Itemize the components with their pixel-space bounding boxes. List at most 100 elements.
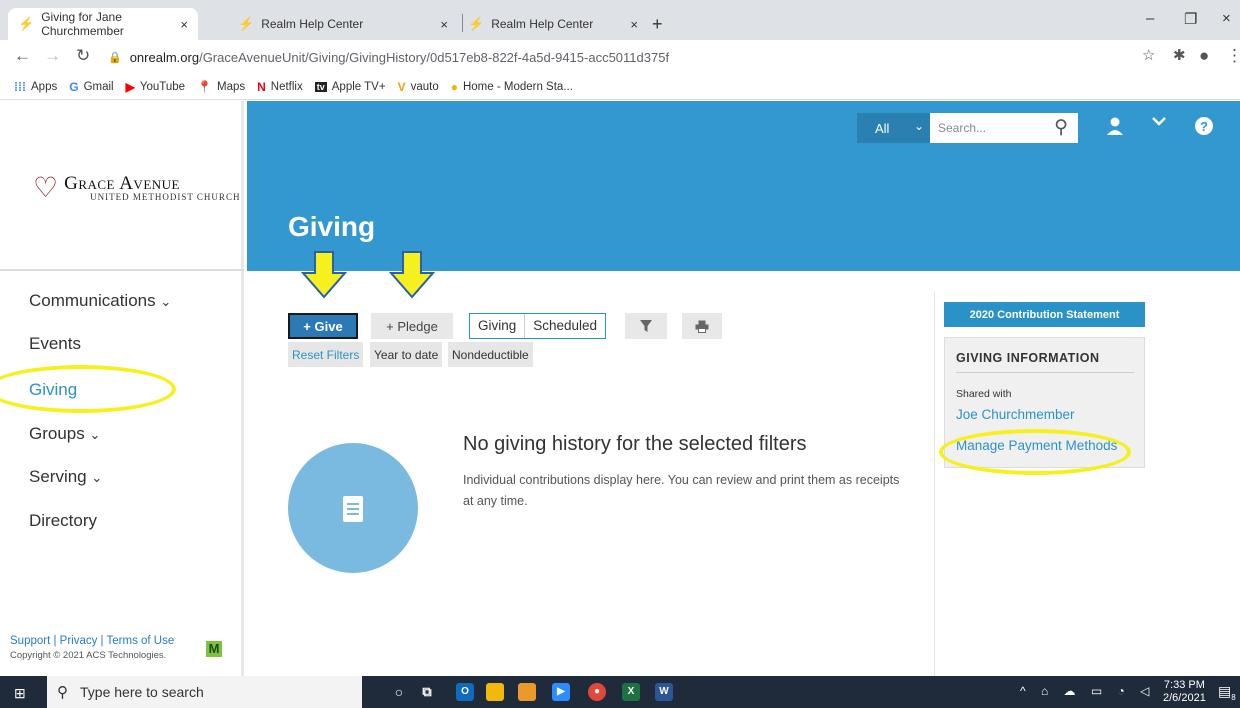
- profile-icon[interactable]: ●: [1199, 46, 1209, 66]
- logo-subtitle: UNITED METHODIST CHURCH: [90, 192, 241, 202]
- bookmark-vauto[interactable]: Vvauto: [398, 80, 439, 94]
- cross-heart-icon: ♡: [33, 172, 59, 203]
- bookmark-maps[interactable]: 📍 Maps: [197, 80, 245, 94]
- browser-tab-help-1[interactable]: ⚡ Realm Help Center ×: [228, 8, 458, 40]
- back-arrow-icon[interactable]: ←: [14, 46, 31, 66]
- realm-favicon-icon: ⚡: [18, 16, 35, 31]
- yellow-arrow-icon: [389, 251, 435, 299]
- bookmark-netflix[interactable]: N Netflix: [257, 80, 303, 94]
- excel-icon[interactable]: X: [622, 683, 640, 701]
- notification-center-icon[interactable]: ▤8: [1218, 683, 1236, 702]
- filter-chip-nondeductible[interactable]: Nondeductible: [448, 342, 533, 367]
- highlight-ellipse: [0, 365, 176, 413]
- store-icon[interactable]: [518, 683, 536, 701]
- bookmark-home[interactable]: ● Home - Modern Sta...: [451, 80, 573, 94]
- bookmark-youtube[interactable]: ▶ YouTube: [126, 80, 185, 94]
- tab-giving[interactable]: Giving: [470, 314, 526, 338]
- page-title: Giving: [288, 211, 376, 242]
- church-logo[interactable]: ♡ Grace Avenue UNITED METHODIST CHURCH: [33, 171, 240, 204]
- footer-links[interactable]: Support | Privacy | Terms of Use: [10, 635, 174, 647]
- lock-icon: 🔒: [108, 51, 122, 64]
- minimize-icon[interactable]: –: [1146, 10, 1154, 27]
- empty-state-illustration: [288, 443, 418, 573]
- bookmarks-bar: ⁞⁞⁞ Apps G Gmail ▶ YouTube 📍 Maps N Netflix t…: [0, 74, 1240, 100]
- pledge-button[interactable]: + Pledge: [371, 313, 453, 339]
- vauto-icon: V: [397, 79, 406, 94]
- system-tray-icons[interactable]: ^ ⌂ ☁ ▭ ◔ ◁: [1020, 684, 1155, 698]
- url-path: /GraceAvenueUnit/Giving/GivingHistory/0d…: [199, 49, 670, 65]
- windows-start-icon[interactable]: ⊞: [14, 685, 26, 702]
- give-button[interactable]: + Give: [288, 313, 358, 339]
- clock-date: 2/6/2021: [1163, 692, 1206, 704]
- tab-scheduled[interactable]: Scheduled: [525, 314, 605, 338]
- cortana-icon[interactable]: ○: [390, 683, 408, 701]
- taskbar-clock[interactable]: 7:33 PM 2/6/2021: [1163, 679, 1206, 705]
- sidebar-item-events[interactable]: Events: [29, 334, 81, 354]
- bookmark-apps[interactable]: ⁞⁞⁞ Apps: [14, 80, 57, 94]
- chrome-icon[interactable]: ●: [588, 683, 606, 701]
- search-icon: ⚲: [57, 684, 68, 701]
- shared-with-link[interactable]: Joe Churchmember: [956, 407, 1075, 422]
- clock-time: 7:33 PM: [1163, 679, 1205, 691]
- help-icon[interactable]: ?: [1194, 116, 1214, 136]
- url-bar[interactable]: 🔒 onrealm.org /GraceAvenueUnit/Giving/Gi…: [108, 44, 968, 70]
- window-close-icon[interactable]: ×: [1222, 10, 1231, 27]
- tab-title: Giving for Jane Churchmember: [41, 10, 124, 38]
- shared-with-label: Shared with: [956, 388, 1012, 400]
- bookmark-star-icon[interactable]: ☆: [1142, 46, 1155, 64]
- svg-text:?: ?: [1200, 119, 1208, 134]
- page-header: All ⌄ Search... ⚲ ? Giving: [247, 101, 1240, 271]
- filter-chip-year-to-date[interactable]: Year to date: [370, 342, 443, 367]
- contribution-statement-button[interactable]: 2020 Contribution Statement: [944, 302, 1145, 327]
- sidebar-item-groups[interactable]: Groups ⌄: [29, 424, 100, 444]
- zoom-icon[interactable]: ▶: [552, 683, 570, 701]
- tab-close-icon[interactable]: ×: [630, 17, 638, 32]
- ministry-logo-icon: M: [206, 641, 222, 657]
- netflix-icon: N: [257, 79, 266, 94]
- file-explorer-icon[interactable]: [486, 683, 504, 701]
- sidebar-footer: Support | Privacy | Terms of Use Copyrig…: [10, 635, 174, 661]
- home-icon: ●: [450, 79, 458, 94]
- browser-tab-bar: ⚡ Giving for Jane Churchmember × ⚡ Realm…: [0, 0, 1240, 40]
- sidebar: ♡ Grace Avenue UNITED METHODIST CHURCH C…: [0, 101, 244, 676]
- yellow-arrow-icon: [301, 251, 347, 299]
- browser-tab-giving[interactable]: ⚡ Giving for Jane Churchmember ×: [8, 8, 198, 40]
- extensions-icon[interactable]: ✱: [1173, 46, 1186, 64]
- tab-close-icon[interactable]: ×: [440, 17, 448, 32]
- appletv-icon: tv: [314, 81, 327, 92]
- task-view-icon[interactable]: ⧉: [418, 683, 436, 701]
- reload-icon[interactable]: ↻: [76, 46, 90, 66]
- apps-icon: ⁞⁞⁞: [14, 79, 26, 94]
- word-icon[interactable]: W: [655, 683, 673, 701]
- print-button[interactable]: [682, 313, 722, 339]
- sidebar-item-serving[interactable]: Serving ⌄: [29, 467, 102, 487]
- restore-icon[interactable]: ❐: [1184, 10, 1197, 28]
- outlook-icon[interactable]: O: [456, 683, 474, 701]
- reset-filters-link[interactable]: Reset Filters: [288, 342, 364, 367]
- tab-close-icon[interactable]: ×: [180, 17, 188, 32]
- browser-tab-help-2[interactable]: ⚡ Realm Help Center ×: [458, 8, 648, 40]
- main-content: + Give + Pledge Giving Scheduled Reset F…: [247, 251, 1240, 676]
- youtube-icon: ▶: [125, 79, 135, 94]
- realm-favicon-icon: ⚡: [468, 16, 485, 31]
- sidebar-item-directory[interactable]: Directory: [29, 511, 97, 531]
- bookmark-appletv[interactable]: tv Apple TV+: [314, 81, 386, 93]
- browser-menu-icon[interactable]: ⋮: [1226, 46, 1240, 66]
- search-scope-select[interactable]: All ⌄: [857, 113, 930, 143]
- right-column-divider: [934, 291, 935, 676]
- new-tab-button[interactable]: +: [652, 14, 663, 35]
- bookmark-gmail[interactable]: G Gmail: [69, 80, 113, 94]
- realm-favicon-icon: ⚡: [238, 16, 255, 31]
- user-icon[interactable]: [1105, 116, 1125, 136]
- chevron-down-icon[interactable]: [1151, 115, 1167, 127]
- taskbar-search-input[interactable]: ⚲ Type here to search: [47, 676, 362, 708]
- search-input[interactable]: Search... ⚲: [930, 113, 1078, 143]
- copyright-text: Copyright © 2021 ACS Technologies.: [10, 650, 167, 661]
- search-icon[interactable]: ⚲: [1054, 116, 1068, 139]
- windows-taskbar: ⊞ ⚲ Type here to search ○ ⧉ O ▶ ● X W ^ …: [0, 676, 1240, 708]
- panel-heading: GIVING INFORMATION: [956, 351, 1100, 365]
- filter-button[interactable]: [625, 313, 667, 339]
- empty-state-title: No giving history for the selected filte…: [463, 433, 807, 455]
- forward-arrow-icon[interactable]: →: [44, 46, 61, 66]
- sidebar-item-communications[interactable]: Communications ⌄: [29, 291, 171, 311]
